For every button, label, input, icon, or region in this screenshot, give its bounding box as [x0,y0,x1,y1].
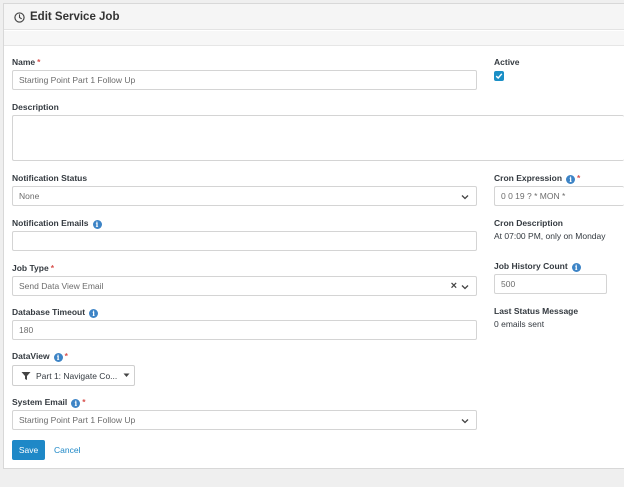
required-marker: * [64,351,68,361]
database-timeout-input[interactable]: 180 [12,320,477,340]
filter-icon [21,371,31,380]
cancel-link[interactable]: Cancel [54,445,80,455]
chevron-down-icon [461,195,469,200]
notification-status-label: Notification Status [12,173,88,183]
notification-emails-label: Notification Emails i [12,218,102,229]
cron-expression-input[interactable]: 0 0 19 ? * MON * [494,186,624,206]
required-marker: * [577,173,581,183]
last-status-label: Last Status Message [494,306,579,316]
database-timeout-label: Database Timeout i [12,307,99,318]
header-band [4,31,624,46]
info-icon[interactable]: i [53,353,63,362]
active-checkbox[interactable] [494,71,504,81]
system-email-label: System Email i * [12,397,86,408]
required-marker: * [50,263,54,273]
job-history-count-input[interactable]: 500 [494,274,607,294]
save-button[interactable]: Save [12,440,45,460]
dataview-label: DataView i * [12,351,68,362]
info-icon[interactable]: i [571,263,581,272]
job-type-select[interactable]: Send Data View Email × [12,276,477,296]
panel-header: Edit Service Job [4,4,624,30]
info-icon[interactable]: i [566,175,576,184]
info-icon[interactable]: i [71,399,81,408]
name-label: Name * [12,57,41,67]
name-input[interactable]: Starting Point Part 1 Follow Up [12,70,477,90]
system-email-select[interactable]: Starting Point Part 1 Follow Up [12,410,477,430]
chevron-down-icon [461,285,469,290]
active-label: Active [494,57,520,67]
job-history-count-label: Job History Count i [494,261,581,272]
caret-down-icon [123,373,130,377]
description-textarea[interactable] [12,115,624,161]
job-type-label: Job Type * [12,263,54,273]
notification-emails-input[interactable] [12,231,477,251]
clear-icon[interactable]: × [451,280,457,292]
info-icon[interactable]: i [89,309,99,318]
description-label: Description [12,102,59,112]
required-marker: * [82,397,86,407]
cron-description-value: At 07:00 PM, only on Monday [494,231,606,241]
check-icon [495,73,503,80]
chevron-down-icon [461,419,469,424]
info-icon[interactable]: i [92,220,102,229]
cron-description-label: Cron Description [494,218,563,228]
last-status-value: 0 emails sent [494,319,545,329]
dataview-picker[interactable]: Part 1: Navigate Co... [12,365,135,386]
notification-status-select[interactable]: None [12,186,477,206]
cron-expression-label: Cron Expression i * [494,173,581,184]
page-title: Edit Service Job [30,11,120,23]
clock-icon [14,12,25,23]
required-marker: * [37,57,41,67]
